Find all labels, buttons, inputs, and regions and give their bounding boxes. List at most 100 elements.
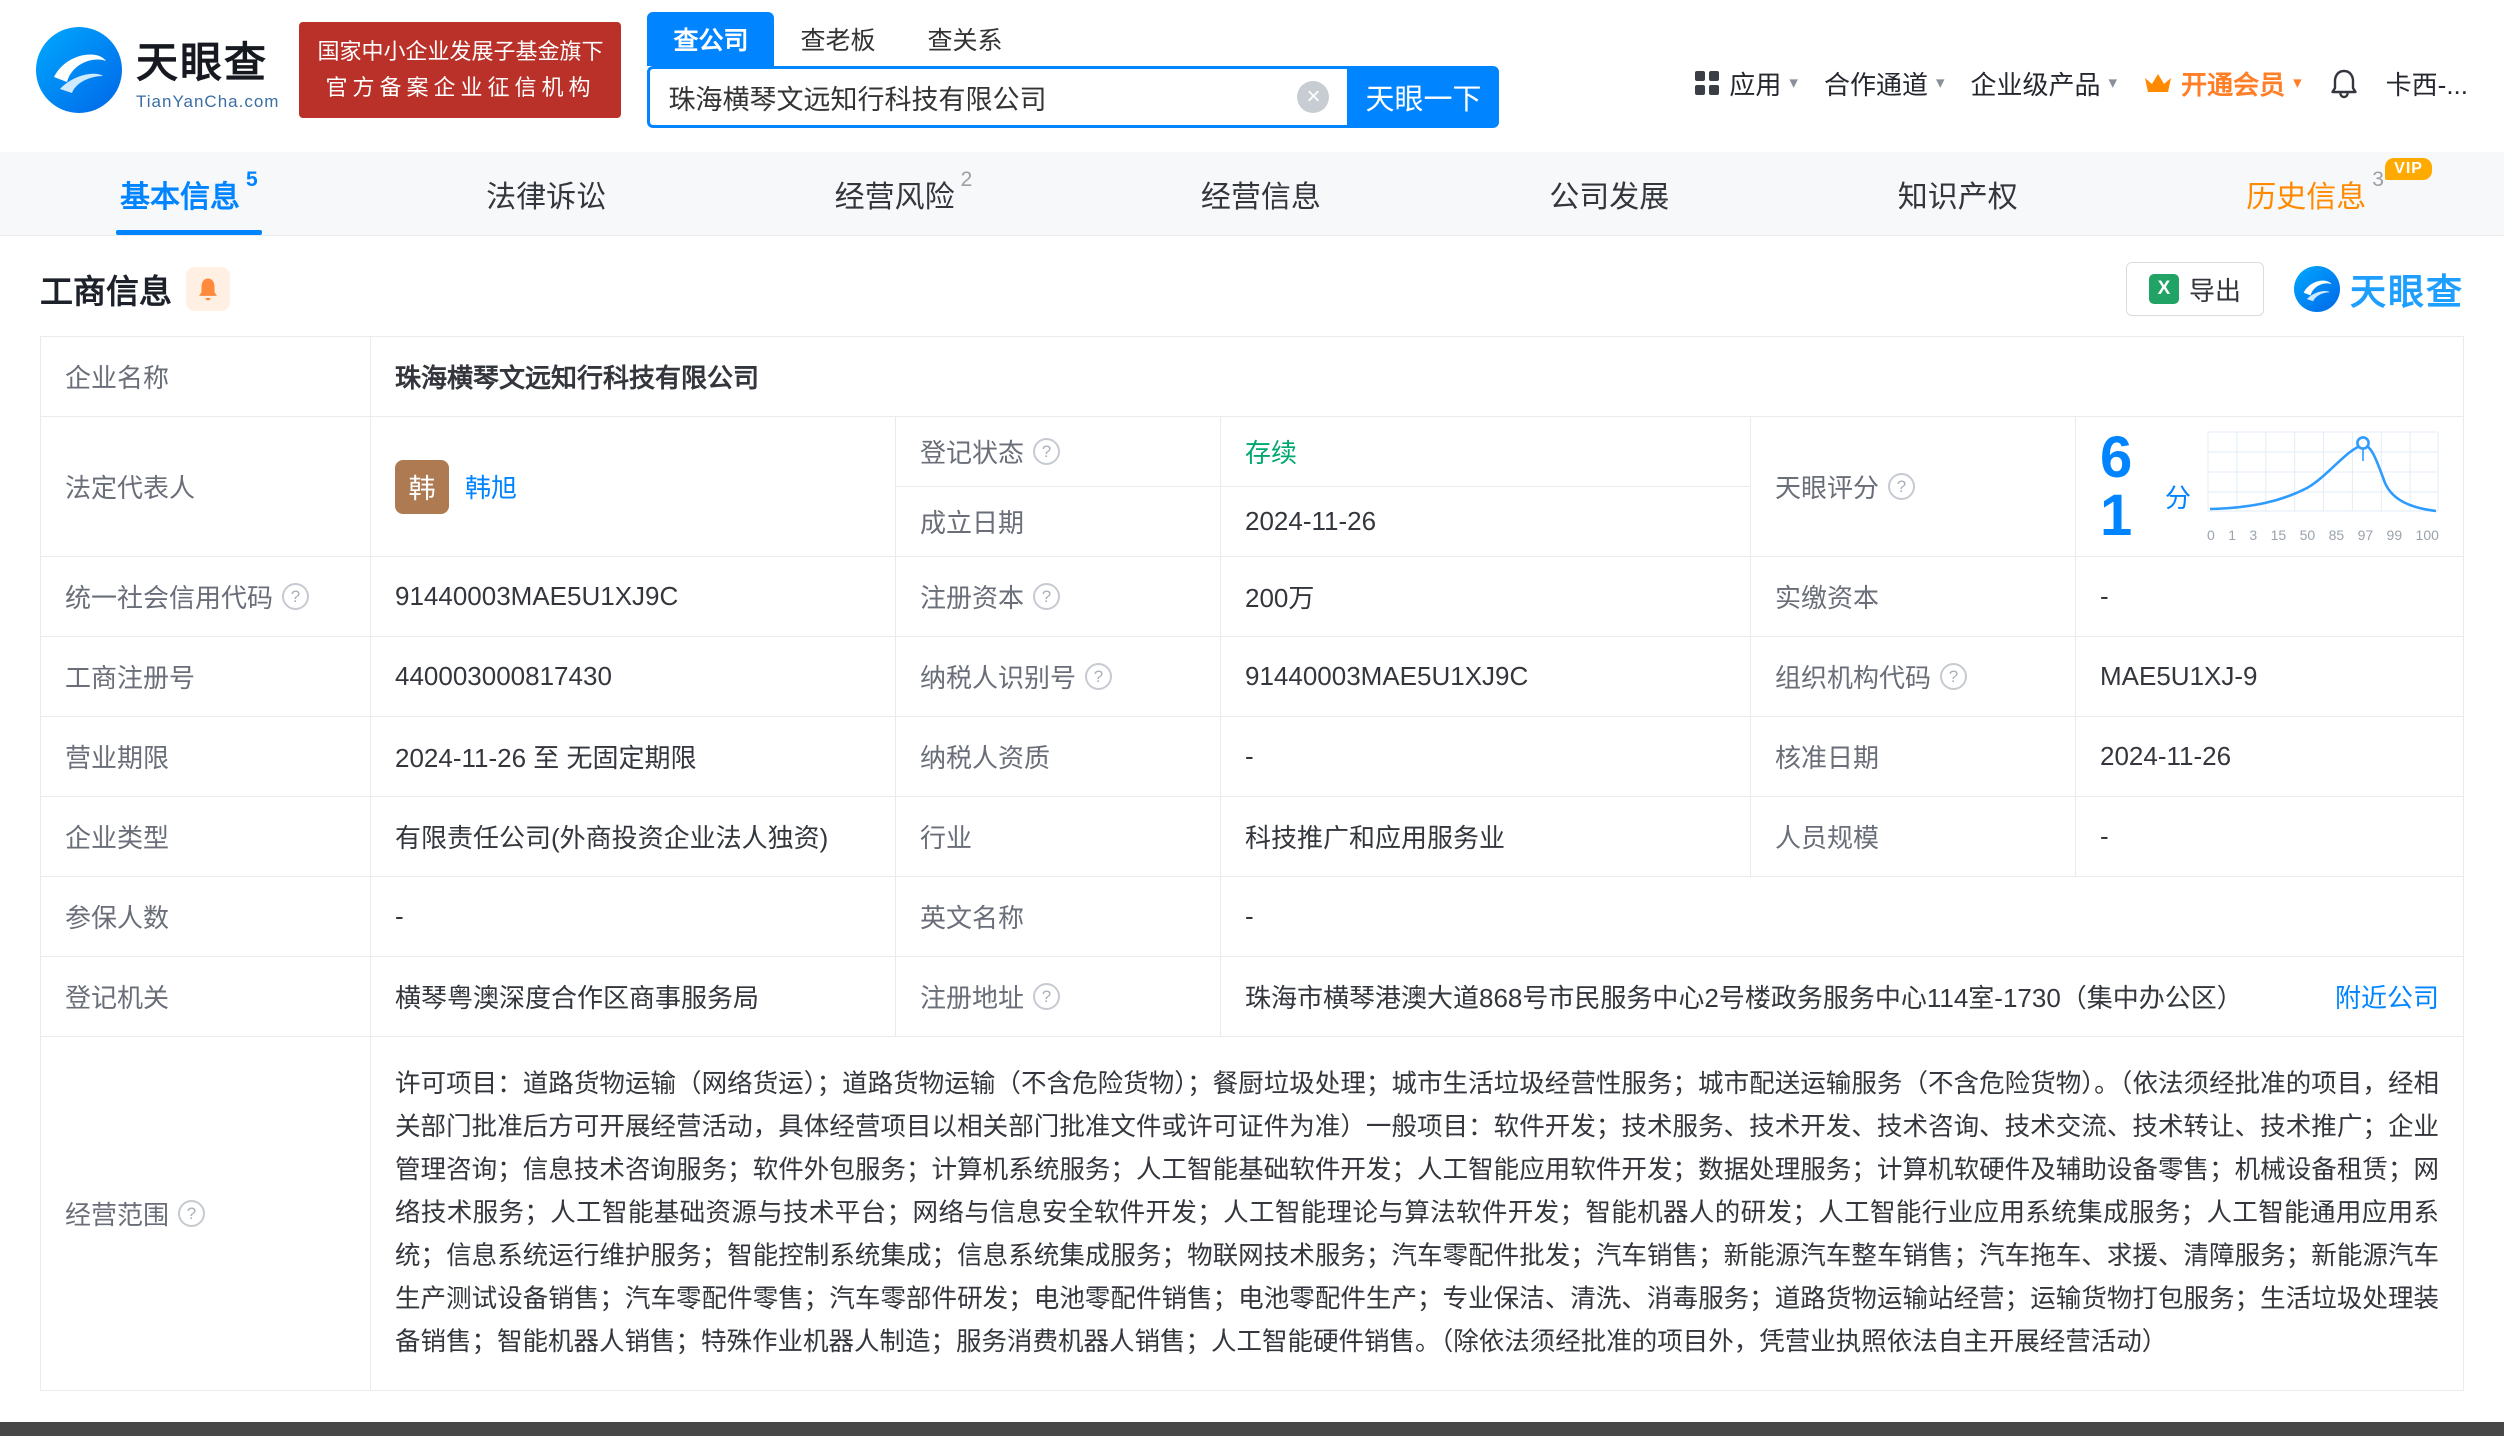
taxpayer-quality-label: 纳税人资质 — [895, 716, 1221, 797]
legal-rep-link[interactable]: 韩旭 — [465, 468, 517, 505]
top-nav: 应用 ▾ 合作通道 ▾ 企业级产品 ▾ 开通会员 ▾ 卡西-... — [1693, 39, 2468, 102]
badge-line2: 官方备案企业征信机构 — [325, 75, 596, 100]
search-row: × 天眼一下 — [647, 66, 1500, 128]
search-input[interactable] — [668, 81, 1298, 113]
credit-code-label: 统一社会信用代码? — [40, 556, 371, 637]
search-tab-company[interactable]: 查公司 — [647, 12, 775, 66]
help-icon[interactable]: ? — [178, 1200, 206, 1227]
nearby-companies-link[interactable]: 附近公司 — [2335, 978, 2439, 1015]
logo-text: 天眼查 TianYanCha.com — [136, 29, 279, 112]
tianyancha-company-page: 天眼查 TianYanCha.com 国家中小企业发展子基金旗下 官方备案企业征… — [0, 0, 2504, 1436]
table-row-business-scope: 经营范围? 许可项目：道路货物运输（网络货运）；道路货物运输（不含危险货物）；餐… — [40, 1036, 2464, 1391]
org-code-value: MAE5U1XJ-9 — [2075, 636, 2464, 717]
nav-cooperation[interactable]: 合作通道 ▾ — [1824, 65, 1945, 102]
tab-count: 3 — [2372, 168, 2384, 191]
subscribe-bell-icon[interactable] — [186, 267, 230, 311]
business-info-section-header: 工商信息 X 导出 天眼查 — [40, 262, 2464, 316]
status-badge: 存续 — [1245, 438, 1298, 468]
legal-rep-avatar[interactable]: 韩 — [395, 459, 449, 514]
table-row-credit-code: 统一社会信用代码? 91440003MAE5U1XJ9C 注册资本? 200万 … — [40, 556, 2464, 637]
badge-line1: 国家中小企业发展子基金旗下 — [317, 38, 604, 64]
nav-enterprise-products[interactable]: 企业级产品 ▾ — [1971, 65, 2118, 102]
nav-enterprise-products-label: 企业级产品 — [1970, 69, 2101, 100]
tab-legal-proceedings[interactable]: 法律诉讼 — [486, 152, 606, 235]
company-type-value: 有限责任公司(外商投资企业法人独资) — [370, 796, 896, 877]
tab-basic-info[interactable]: 基本信息 5 — [116, 152, 262, 235]
score-label: 天眼评分? — [1750, 416, 2076, 557]
table-row-business-term: 营业期限 2024-11-26 至 无固定期限 纳税人资质 - 核准日期 202… — [40, 716, 2464, 797]
tab-count: 5 — [246, 168, 258, 191]
crown-icon — [2145, 74, 2172, 92]
tianyancha-watermark-icon — [2293, 266, 2340, 312]
tab-company-development[interactable]: 公司发展 — [1549, 152, 1669, 235]
nav-apps[interactable]: 应用 ▾ — [1693, 65, 1798, 102]
reg-address-value: 珠海市横琴港澳大道868号市民服务中心2号楼政务服务中心114室-1730（集中… — [1245, 983, 2243, 1013]
section-tab-bar: 基本信息 5 法律诉讼 经营风险 2 经营信息 公司发展 知识产权 历史信息 3… — [0, 152, 2504, 236]
logo-text-cn: 天眼查 — [136, 38, 269, 86]
english-name-value: - — [1220, 876, 2464, 957]
taxpayer-id-label: 纳税人识别号? — [895, 636, 1221, 717]
tab-label: 知识产权 — [1897, 180, 2018, 214]
table-row-reg-authority: 登记机关 横琴粤澳深度合作区商事服务局 注册地址? 珠海市横琴港澳大道868号市… — [40, 956, 2464, 1037]
help-icon[interactable]: ? — [1033, 983, 1061, 1010]
help-icon[interactable]: ? — [1940, 663, 1968, 690]
score-unit: 分 — [2164, 483, 2191, 513]
help-icon[interactable]: ? — [1033, 583, 1061, 610]
user-menu[interactable]: 卡西-... — [2386, 65, 2468, 102]
establish-date-value: 2024-11-26 — [1220, 486, 1751, 557]
export-label: 导出 — [2188, 275, 2241, 306]
legal-rep-cell: 韩 韩旭 — [370, 416, 896, 557]
nav-vip-upgrade[interactable]: 开通会员 ▾ — [2143, 65, 2302, 102]
reg-address-label: 注册地址? — [895, 956, 1221, 1037]
establish-date-label: 成立日期 — [895, 486, 1221, 557]
paid-capital-value: - — [2075, 556, 2464, 637]
reg-capital-label: 注册资本? — [895, 556, 1221, 637]
insured-count-value: - — [370, 876, 896, 957]
nav-cooperation-label: 合作通道 — [1823, 69, 1928, 100]
tianyancha-logo[interactable]: 天眼查 TianYanCha.com — [36, 27, 279, 113]
reg-address-cell: 珠海市横琴港澳大道868号市民服务中心2号楼政务服务中心114室-1730（集中… — [1220, 956, 2464, 1037]
help-icon[interactable]: ? — [1033, 438, 1061, 465]
taxpayer-quality-value: - — [1220, 716, 1751, 797]
excel-icon: X — [2148, 274, 2179, 304]
table-row-legal-rep: 法定代表人 韩 韩旭 登记状态? 存续 天眼评分? 61 分 0 1 3 15 … — [40, 416, 2464, 557]
tab-intellectual-property[interactable]: 知识产权 — [1898, 152, 2018, 235]
nav-apps-label: 应用 — [1729, 69, 1782, 100]
export-button[interactable]: X 导出 — [2125, 262, 2264, 316]
bottom-scrollbar[interactable] — [0, 1422, 2504, 1436]
company-type-label: 企业类型 — [40, 796, 371, 877]
tab-label: 公司发展 — [1549, 180, 1670, 214]
watermark-text: 天眼查 — [2349, 271, 2464, 312]
search-button[interactable]: 天眼一下 — [1347, 66, 1500, 128]
vip-badge: VIP — [2385, 158, 2432, 180]
paid-capital-label: 实缴资本 — [1750, 556, 2076, 637]
company-name-label: 企业名称 — [40, 336, 371, 417]
legal-rep-label: 法定代表人 — [40, 416, 371, 557]
tab-business-info[interactable]: 经营信息 — [1201, 152, 1321, 235]
reg-authority-value: 横琴粤澳深度合作区商事服务局 — [370, 956, 896, 1037]
search-tab-relation[interactable]: 查关系 — [902, 12, 1029, 66]
score-cell: 61 分 0 1 3 15 50 85 97 99 100 — [2075, 416, 2464, 557]
nav-vip-label: 开通会员 — [2181, 69, 2286, 100]
help-icon[interactable]: ? — [282, 583, 310, 610]
tab-history-info[interactable]: 历史信息 3 VIP — [2246, 152, 2432, 235]
business-scope-label: 经营范围? — [40, 1036, 371, 1391]
search-tab-boss[interactable]: 查老板 — [774, 12, 901, 66]
tab-label: 基本信息 — [120, 180, 240, 214]
tab-business-risk[interactable]: 经营风险 2 — [835, 152, 973, 235]
help-icon[interactable]: ? — [1888, 473, 1916, 500]
tab-count: 2 — [960, 168, 973, 191]
tab-label: 经营信息 — [1200, 180, 1321, 214]
notification-bell-icon[interactable] — [2328, 67, 2360, 99]
tab-label: 经营风险 — [834, 180, 955, 214]
help-icon[interactable]: ? — [1085, 663, 1113, 690]
logo-text-en: TianYanCha.com — [136, 91, 280, 111]
top-header: 天眼查 TianYanCha.com 国家中小企业发展子基金旗下 官方备案企业征… — [0, 0, 2504, 152]
english-name-label: 英文名称 — [895, 876, 1221, 957]
table-row-insured-count: 参保人数 - 英文名称 - — [40, 876, 2464, 957]
clear-search-icon[interactable]: × — [1297, 81, 1330, 113]
tianyancha-logo-icon — [36, 27, 122, 113]
score-value: 61 — [2100, 424, 2133, 548]
business-term-value: 2024-11-26 至 无固定期限 — [370, 716, 896, 797]
search-tabs: 查公司 查老板 查关系 — [647, 12, 1499, 66]
